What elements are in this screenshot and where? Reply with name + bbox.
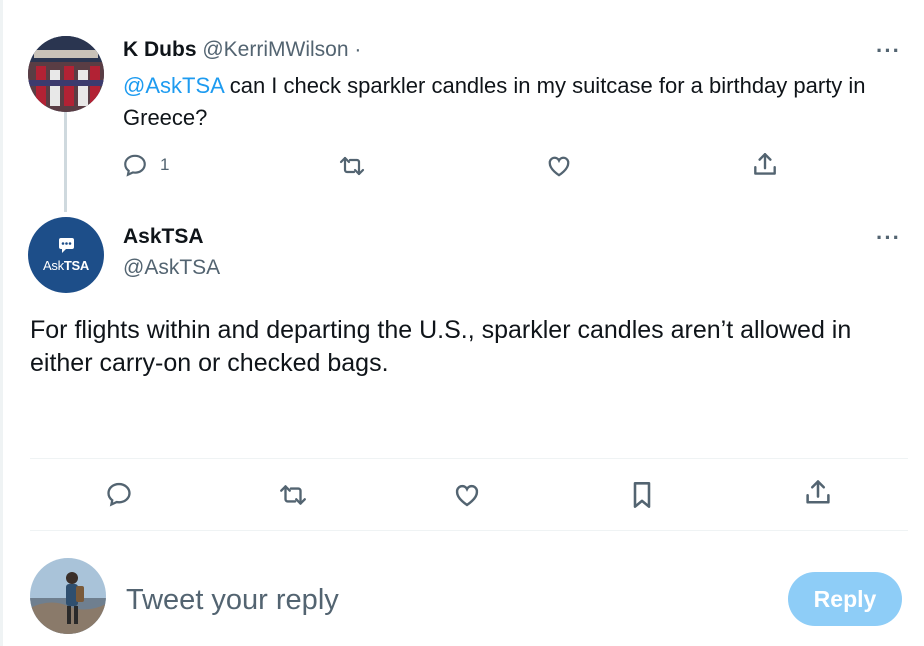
ellipsis-icon: ··· — [876, 38, 901, 63]
avatar-kdubs[interactable] — [28, 36, 104, 112]
tweet1-reply-button[interactable]: 1 — [122, 152, 169, 178]
like-icon — [546, 153, 572, 179]
logo-ask: Ask — [43, 258, 64, 273]
tweet1-more-button[interactable]: ··· — [876, 40, 901, 62]
reply-icon — [105, 480, 133, 508]
reply-button[interactable]: Reply — [788, 572, 902, 626]
tweet1-reply-count: 1 — [160, 155, 170, 174]
tweet2-like-button[interactable] — [453, 481, 481, 509]
tweet2-more-button[interactable]: ··· — [876, 227, 901, 249]
logo-tsa: TSA — [63, 258, 89, 273]
reply-icon — [122, 152, 148, 178]
tweet2-text: For flights within and departing the U.S… — [30, 316, 852, 377]
asktsa-logo-text: AskTSA — [28, 258, 104, 273]
like-icon — [453, 481, 481, 509]
tweet1-separator: · — [354, 38, 362, 61]
tweet1-body: can I check sparkler candles in my suitc… — [123, 73, 866, 130]
retweet-icon — [338, 153, 366, 179]
divider-bottom — [30, 530, 908, 531]
avatar-asktsa[interactable]: AskTSA — [28, 217, 104, 293]
tweet2-reply-button[interactable] — [105, 480, 133, 508]
tweet2-retweet-button[interactable] — [278, 481, 308, 509]
ellipsis-icon: ··· — [876, 225, 901, 250]
share-icon — [752, 151, 778, 179]
tweet1-share-button[interactable] — [752, 151, 778, 179]
page-edge — [0, 0, 3, 646]
tweet2-share-button[interactable] — [804, 478, 832, 508]
tweet1-mention[interactable]: @AskTSA — [123, 73, 224, 98]
reply-input[interactable] — [126, 580, 726, 620]
divider-top — [30, 458, 908, 459]
tweet1-like-button[interactable] — [546, 153, 572, 179]
avatar-current-user[interactable] — [30, 558, 106, 634]
tweet1-text: @AskTSA can I check sparkler candles in … — [123, 70, 913, 134]
tweet2-bookmark-button[interactable] — [630, 481, 654, 509]
thread-line — [64, 112, 67, 212]
tweet2-author-handle[interactable]: @AskTSA — [123, 256, 220, 280]
tweet2-author-name[interactable]: AskTSA — [123, 225, 204, 249]
tweet1-header: K Dubs @KerriMWilson · — [123, 38, 361, 62]
tweet1-author-handle[interactable]: @KerriMWilson — [202, 38, 348, 61]
tweet1-author-name[interactable]: K Dubs — [123, 38, 197, 61]
retweet-icon — [278, 481, 308, 509]
tweet1-retweet-button[interactable] — [338, 153, 366, 179]
share-icon — [804, 478, 832, 508]
bookmark-icon — [630, 481, 654, 509]
